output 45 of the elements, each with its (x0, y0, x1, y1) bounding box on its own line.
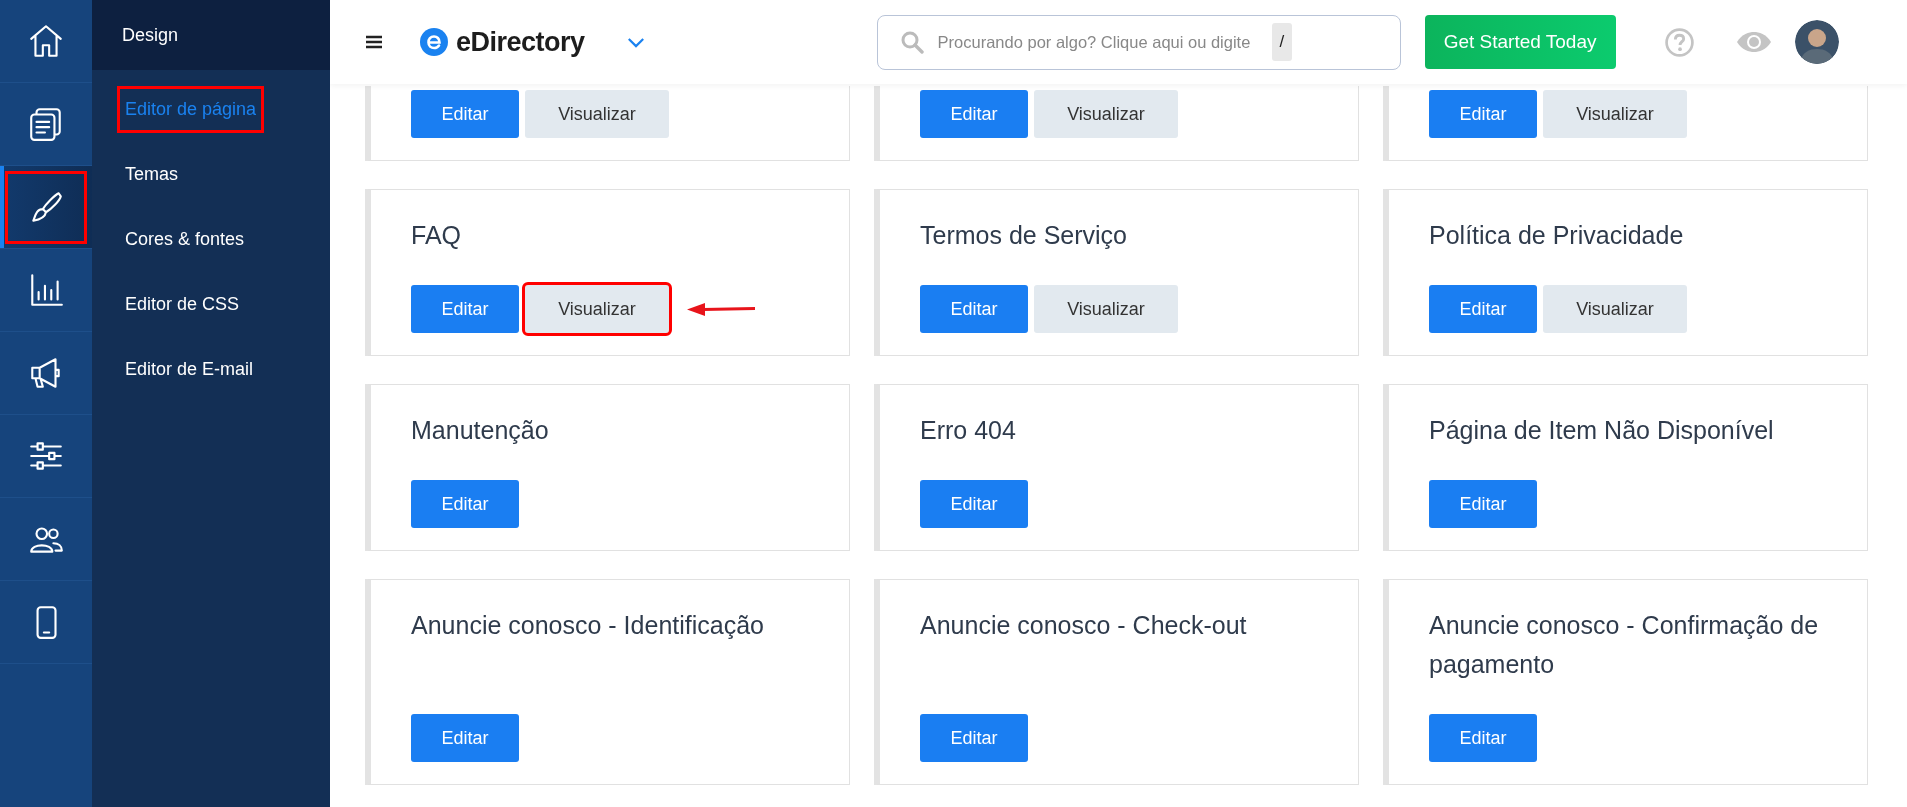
preview-button[interactable]: Visualizar (1543, 285, 1687, 333)
home-icon (27, 22, 65, 60)
preview-button[interactable]: Visualizar (525, 285, 669, 333)
menu-icon[interactable] (365, 35, 383, 49)
edit-button[interactable]: Editar (411, 285, 519, 333)
menu-item[interactable]: Editor de E-mail (117, 346, 262, 393)
card-title: Erro 404 (920, 415, 1017, 446)
edit-button[interactable]: Editar (920, 714, 1028, 762)
edit-button[interactable]: Editar (1429, 480, 1537, 528)
shortcut-key: / (1271, 23, 1293, 61)
preview-button[interactable]: Visualizar (1034, 285, 1178, 333)
logo-text[interactable]: eDirectory (456, 26, 585, 58)
menu-item[interactable]: Cores & fontes (117, 216, 253, 263)
edit-button[interactable]: Editar (1429, 90, 1537, 138)
get-started-button[interactable]: Get Started Today (1424, 15, 1616, 69)
menu-item[interactable]: Temas (117, 151, 186, 198)
card-title: Termos de Serviço (920, 220, 1129, 251)
search-input: Procurando por algo? Clique aqui ou digite (937, 32, 1268, 52)
menu-item[interactable]: Editor de CSS (117, 281, 248, 328)
preview-button[interactable]: Visualizar (525, 90, 669, 138)
chevron-down-icon[interactable] (626, 36, 645, 48)
card-title: Manutenção (411, 415, 550, 446)
edit-button[interactable]: Editar (411, 714, 519, 762)
menu-item[interactable]: Editor de página (117, 86, 265, 133)
edit-button[interactable]: Editar (411, 480, 519, 528)
edit-button[interactable]: Editar (920, 480, 1028, 528)
edit-button[interactable]: Editar (920, 285, 1028, 333)
edit-button[interactable]: Editar (1429, 285, 1537, 333)
card-title: Página de Item Não Disponível (1429, 415, 1775, 446)
edit-button[interactable]: Editar (920, 90, 1028, 138)
search-field[interactable]: Procurando por algo? Clique aqui ou digite / (876, 14, 1401, 70)
avatar[interactable] (1794, 20, 1839, 64)
edit-button[interactable]: Editar (1429, 714, 1537, 762)
card-title: Anuncie conosco - Check-out (920, 610, 1248, 641)
section-title: Design (92, 0, 330, 70)
edit-button[interactable]: Editar (411, 90, 519, 138)
preview-button[interactable]: Visualizar (1543, 90, 1687, 138)
search-icon (899, 30, 924, 54)
card-title: FAQ (411, 220, 462, 251)
card-title: Política de Privacidade (1429, 220, 1685, 251)
logo-icon (420, 28, 448, 56)
card-title: Anuncie conosco - Confirmação de pagamento (1429, 610, 1820, 680)
card-title: Anuncie conosco - Identificação (411, 610, 765, 641)
sidebar-tab[interactable] (0, 166, 92, 249)
preview-button[interactable]: Visualizar (1034, 90, 1178, 138)
